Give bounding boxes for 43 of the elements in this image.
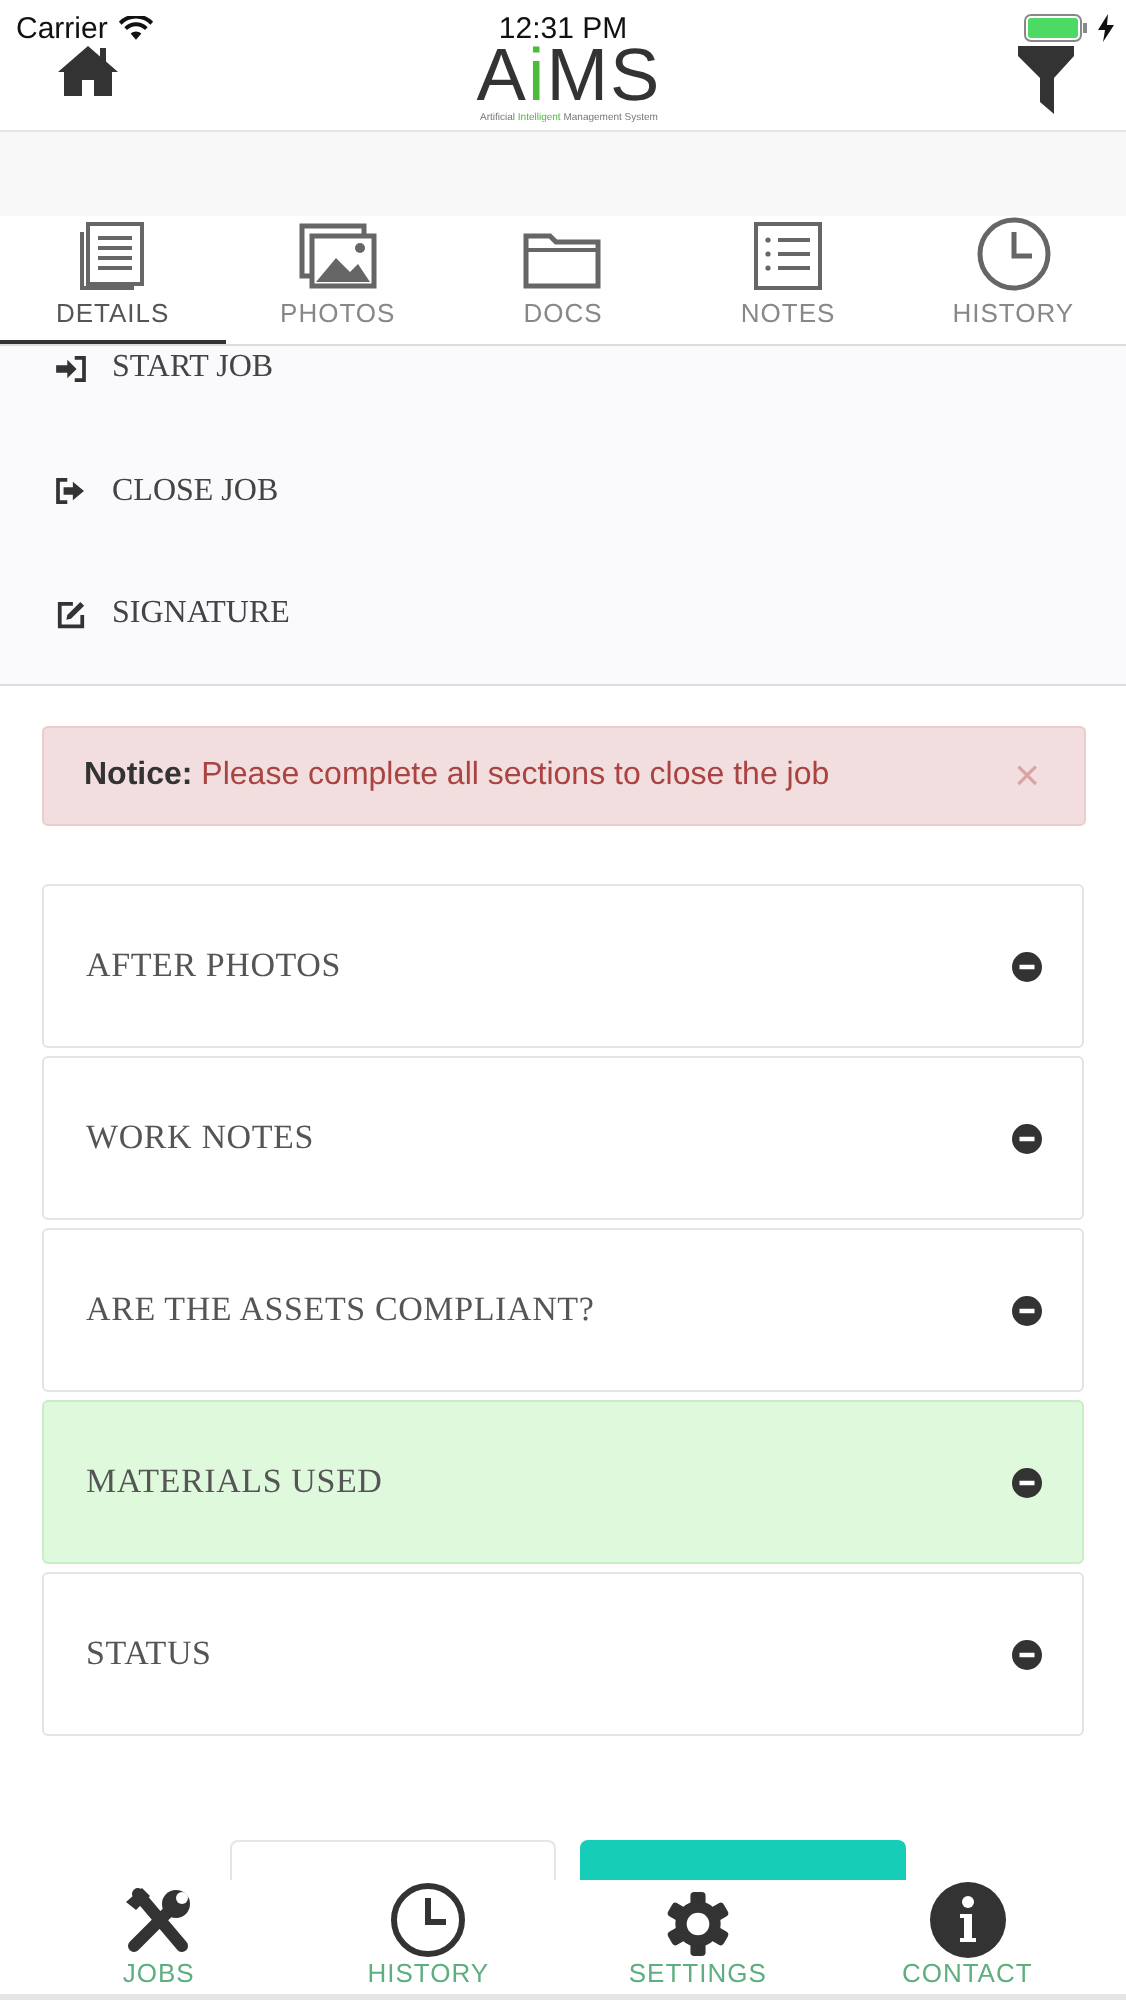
panel-title: MATERIALS USED [86, 1462, 383, 1502]
notice-message: Notice: Please complete all sections to close the job [84, 758, 830, 794]
settings-icon [663, 1890, 732, 1958]
tools-icon [122, 1886, 195, 1958]
collapse-icon[interactable] [1012, 951, 1042, 981]
filter-icon[interactable] [1017, 42, 1074, 114]
list-icon [752, 220, 825, 292]
edit-icon [56, 599, 86, 629]
collapse-icon[interactable] [1012, 1467, 1042, 1497]
collapse-icon[interactable] [1012, 1295, 1042, 1325]
action-item[interactable]: START JOB [56, 346, 274, 390]
wifi-icon [117, 15, 154, 41]
logo-wordmark: AiMS [476, 40, 662, 110]
accordion-panel[interactable]: AFTER PHOTOS [42, 884, 1084, 1048]
folder-icon [522, 228, 603, 292]
carrier-name: Carrier [16, 11, 108, 45]
panel-title: STATUS [86, 1634, 212, 1674]
panel-title: ARE THE ASSETS COMPLIANT? [86, 1290, 595, 1330]
tab[interactable]: PHOTOS [225, 216, 451, 344]
accordion-panel[interactable]: WORK NOTES [42, 1056, 1084, 1220]
tab[interactable]: HISTORY [900, 216, 1126, 344]
battery-icon [1024, 14, 1088, 42]
sign-out-icon [56, 478, 86, 504]
action-label: SIGNATURE [112, 596, 290, 632]
clock-icon [975, 216, 1052, 292]
action-label: START JOB [112, 350, 274, 386]
panel-title: AFTER PHOTOS [86, 946, 342, 986]
action-item[interactable]: CLOSE JOB [56, 469, 279, 513]
tab[interactable]: NOTES [675, 216, 901, 344]
sign-in-icon [56, 355, 86, 381]
accordion-panel[interactable]: ARE THE ASSETS COMPLIANT? [42, 1228, 1084, 1392]
clock-time: 12:31 PM [498, 11, 628, 45]
action-item[interactable]: SIGNATURE [56, 592, 290, 636]
tab[interactable]: DETAILS [0, 216, 226, 344]
action-label: CLOSE JOB [112, 473, 279, 509]
accordion-panel[interactable]: MATERIALS USED [42, 1400, 1084, 1564]
clock-icon [390, 1882, 467, 1958]
tab[interactable]: DOCS [450, 216, 676, 344]
home-icon[interactable] [56, 42, 120, 98]
collapse-icon[interactable] [1012, 1123, 1042, 1153]
collapse-icon[interactable] [1012, 1639, 1042, 1669]
panel-title: WORK NOTES [86, 1118, 314, 1158]
accordion-panel[interactable]: STATUS [42, 1572, 1084, 1736]
